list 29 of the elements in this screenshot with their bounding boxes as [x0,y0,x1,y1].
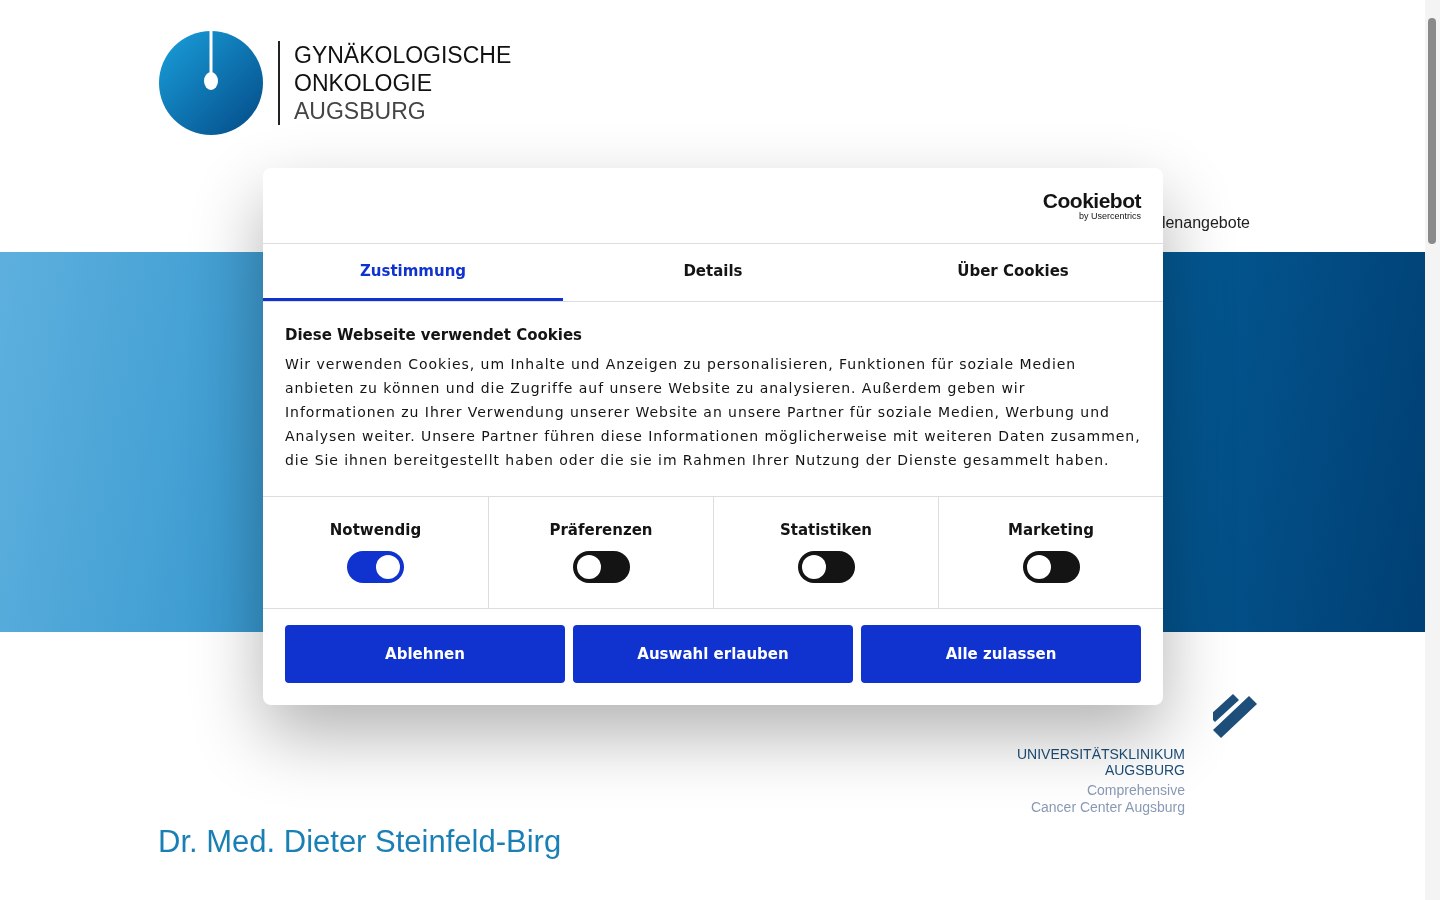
partner-logo-text: Comprehensive [1086,782,1185,799]
dialog-tab[interactable]: Zustimmung [263,244,563,301]
partner-logo-text: UNIVERSITÄTSKLINIKUM [1016,746,1185,762]
consent-button[interactable]: Alle zulassen [861,625,1141,683]
category-toggle[interactable] [797,551,855,583]
category-toggle[interactable] [572,551,630,583]
consent-button[interactable]: Auswahl erlauben [573,625,853,683]
category-label: Statistiken [779,521,873,539]
partner-logo-text: Cancer Center Augsburg [1030,799,1185,816]
dialog-title: Diese Webseite verwendet Cookies [285,326,584,344]
category-toggle[interactable] [1022,551,1080,583]
consent-button[interactable]: Ablehnen [285,625,565,683]
dialog-tab[interactable]: Über Cookies [863,244,1163,301]
page-heading: Dr. Med. Dieter Steinfeld-Birg [158,823,563,861]
nav-link[interactable]: lenangebote [1161,214,1250,232]
dialog-tab[interactable]: Details [563,244,863,301]
brand-logo: Cookiebot [1042,190,1141,211]
brand-subtitle: by Usercentrics [1079,210,1141,221]
dialog-text: Wir verwenden Cookies, um Inhalte und Anzeigen zu personalisieren, Funktionen für soziale Medien anbieten zu können und die Zugriffe auf unsere Website zu analysieren. Außerdem geben wir Informationen zu Ihrer Verwendung unserer Website an unsere Partner für soziale Medien, Werbung und Analysen weiter. Unsere Partner führen diese Informationen möglicherweise mit weiteren Daten zusammen, die Sie ihnen bereitgestellt haben oder die sie im Rahmen Ihrer Nutzung der Dienste gesammelt haben. [285,355,1141,470]
category-label: Notwendig [329,521,422,539]
logo-text: ONKOLOGIE [294,69,434,97]
logo-icon [158,30,264,136]
logo-text: AUGSBURG [294,97,427,125]
logo-text: GYNÄKOLOGISCHE [294,41,512,69]
partner-logo-icon [1213,692,1257,738]
category-toggle[interactable] [347,551,404,583]
category-label: Präferenzen [549,521,653,539]
category-label: Marketing [1008,521,1094,539]
partner-logo-text: AUGSBURG [1104,762,1185,778]
